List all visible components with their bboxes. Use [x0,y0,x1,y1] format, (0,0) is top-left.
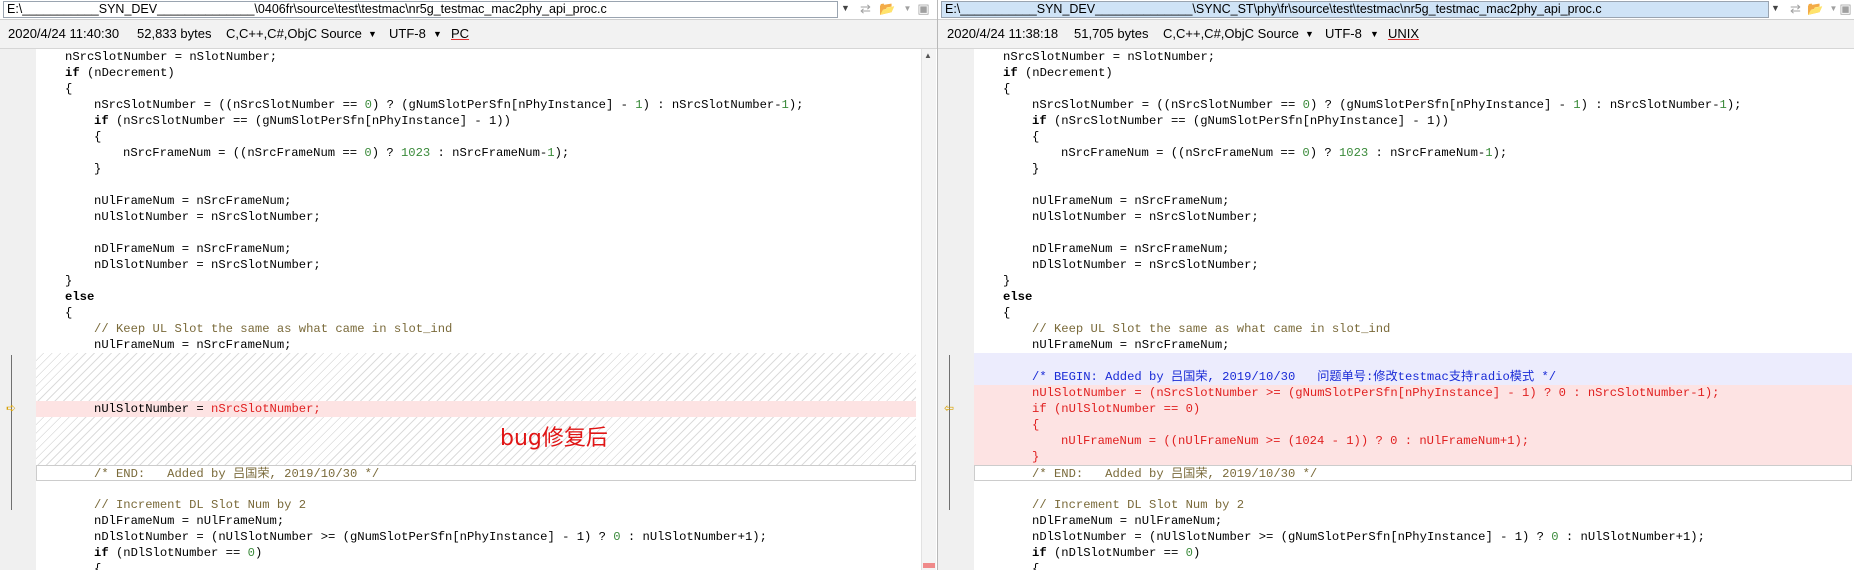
inserted-code-line [974,353,1852,369]
right-path-bar: E:\___________SYN_DEV______________\SYNC… [938,0,1854,20]
right-file-info-bar: 2020/4/24 11:38:18 51,705 bytes C,C++,C#… [938,20,1854,49]
code-line: /* END: Added by 吕国荣, 2019/10/30 */ [974,465,1852,481]
changed-code-line: nUlSlotNumber = (nSrcSlotNumber >= (gNum… [974,385,1852,401]
changed-code-line: nUlSlotNumber = nSrcSlotNumber; [36,401,916,417]
save-icon[interactable]: ▣ [914,1,933,17]
line-ending-select[interactable]: UNIX [1388,20,1419,48]
swap-files-icon[interactable]: ⇄ [1786,1,1805,17]
inserted-code-line: /* BEGIN: Added by 吕国荣, 2019/10/30 问题单号:… [974,369,1852,385]
diff-block-bracket [11,355,12,510]
code-line: else [65,290,95,304]
scroll-up-icon[interactable]: ▲ [924,51,932,60]
code-line: nUlFrameNum = nSrcFrameNum; [1032,194,1230,208]
file-size: 52,833 bytes [137,26,212,41]
code-line: nSrcSlotNumber = ((nSrcSlotNumber == 0) … [1032,98,1742,112]
chevron-down-icon[interactable]: ▼ [1305,20,1314,48]
missing-lines-placeholder [36,353,916,401]
encoding-select[interactable]: UTF-8 [389,20,426,48]
open-folder-icon[interactable]: 📂 [1806,1,1825,17]
right-gutter: ⇦ [938,49,974,570]
code-line: nSrcFrameNum = ((nSrcFrameNum == 0) ? 10… [1061,146,1508,160]
chevron-down-icon[interactable]: ▼ [838,1,853,16]
file-size: 51,705 bytes [1074,26,1149,41]
code-line: if (nDecrement) [65,66,175,80]
left-path-bar: E:\___________SYN_DEV______________\0406… [0,0,937,20]
code-line: nDlFrameNum = nUlFrameNum; [94,514,285,528]
current-diff-arrow-icon: ➪ [6,401,17,415]
code-line: nUlFrameNum = nSrcFrameNum; [1032,338,1230,352]
file-timestamp: 2020/4/24 11:40:30 [8,26,120,41]
code-line: // Keep UL Slot the same as what came in… [1032,322,1391,336]
code-line: } [1003,274,1011,288]
code-line: if (nSrcSlotNumber == (gNumSlotPerSfn[nP… [1032,114,1449,128]
changed-code-line: if (nUlSlotNumber == 0) [974,401,1852,417]
code-line: nSrcFrameNum = ((nSrcFrameNum == 0) ? 10… [123,146,570,160]
right-code-editor[interactable]: nSrcSlotNumber = nSlotNumber; if (nDecre… [974,49,1852,570]
code-line: nDlSlotNumber = (nUlSlotNumber >= (gNumS… [94,530,767,544]
code-line: if (nDlSlotNumber == 0) [1032,546,1201,560]
diff-location-marker [923,563,935,568]
code-line: if (nDlSlotNumber == 0) [94,546,263,560]
left-path-input[interactable]: E:\___________SYN_DEV______________\0406… [3,1,838,18]
current-diff-arrow-icon: ⇦ [944,401,955,415]
changed-code-line: { [974,417,1852,433]
code-line: nDlFrameNum = nSrcFrameNum; [94,242,292,256]
code-line: { [1003,82,1011,96]
left-file-info-bar: 2020/4/24 11:40:30 52,833 bytes C,C++,C#… [0,20,937,49]
code-line: { [1032,562,1040,570]
code-line: { [65,306,73,320]
code-line: nDlSlotNumber = nSrcSlotNumber; [94,258,321,272]
code-line: // Keep UL Slot the same as what came in… [94,322,453,336]
encoding-select[interactable]: UTF-8 [1325,20,1362,48]
save-icon[interactable]: ▣ [1836,1,1854,17]
chevron-down-icon[interactable]: ▼ [1370,20,1379,48]
diff-block-bracket [949,355,950,510]
code-line: nDlFrameNum = nSrcFrameNum; [1032,242,1230,256]
code-line: } [65,274,73,288]
code-line: { [1003,306,1011,320]
code-line: nSrcSlotNumber = nSlotNumber; [1003,50,1216,64]
changed-code-line: nUlFrameNum = ((nUlFrameNum >= (1024 - 1… [974,433,1852,449]
left-file-pane: E:\___________SYN_DEV______________\0406… [0,0,937,570]
code-line: nSrcSlotNumber = nSlotNumber; [65,50,278,64]
right-file-pane: E:\___________SYN_DEV______________\SYNC… [937,0,1854,570]
code-line: // Increment DL Slot Num by 2 [94,498,307,512]
code-line: { [1032,130,1040,144]
code-line: { [65,82,73,96]
code-line: } [1032,162,1040,176]
language-select[interactable]: C,C++,C#,ObjC Source [226,20,362,48]
code-line: if (nDecrement) [1003,66,1113,80]
code-line: } [94,162,102,176]
left-gutter: ➪ [0,49,36,570]
code-line: else [1003,290,1033,304]
chevron-down-icon[interactable]: ▼ [368,20,377,48]
code-line: if (nSrcSlotNumber == (gNumSlotPerSfn[nP… [94,114,511,128]
chevron-down-icon[interactable]: ▼ [1768,1,1783,16]
right-path-input[interactable]: E:\___________SYN_DEV______________\SYNC… [941,1,1769,18]
code-line: nSrcSlotNumber = ((nSrcSlotNumber == 0) … [94,98,804,112]
chevron-down-icon[interactable]: ▼ [433,20,442,48]
language-select[interactable]: C,C++,C#,ObjC Source [1163,20,1299,48]
swap-files-icon[interactable]: ⇄ [856,1,875,17]
code-line: nDlFrameNum = nUlFrameNum; [1032,514,1223,528]
bug-fix-annotation: bug修复后 [500,426,608,451]
changed-code-line: } [974,449,1852,465]
vertical-scrollbar[interactable]: ▲ [921,49,936,570]
code-line: nDlSlotNumber = nSrcSlotNumber; [1032,258,1259,272]
code-line: { [94,562,102,570]
code-line: /* END: Added by 吕国荣, 2019/10/30 */ [36,465,916,481]
code-line: nUlSlotNumber = nSrcSlotNumber; [1032,210,1259,224]
code-line: nUlFrameNum = nSrcFrameNum; [94,194,292,208]
code-line: { [94,130,102,144]
line-ending-select[interactable]: PC [451,20,469,48]
code-line: nDlSlotNumber = (nUlSlotNumber >= (gNumS… [1032,530,1705,544]
code-line: nUlFrameNum = nSrcFrameNum; [94,338,292,352]
file-timestamp: 2020/4/24 11:38:18 [947,26,1059,41]
code-line: nUlSlotNumber = nSrcSlotNumber; [94,210,321,224]
open-folder-icon[interactable]: 📂 [878,1,897,17]
code-line: // Increment DL Slot Num by 2 [1032,498,1245,512]
missing-lines-placeholder [36,417,916,465]
left-code-editor[interactable]: nSrcSlotNumber = nSlotNumber; if (nDecre… [36,49,916,570]
